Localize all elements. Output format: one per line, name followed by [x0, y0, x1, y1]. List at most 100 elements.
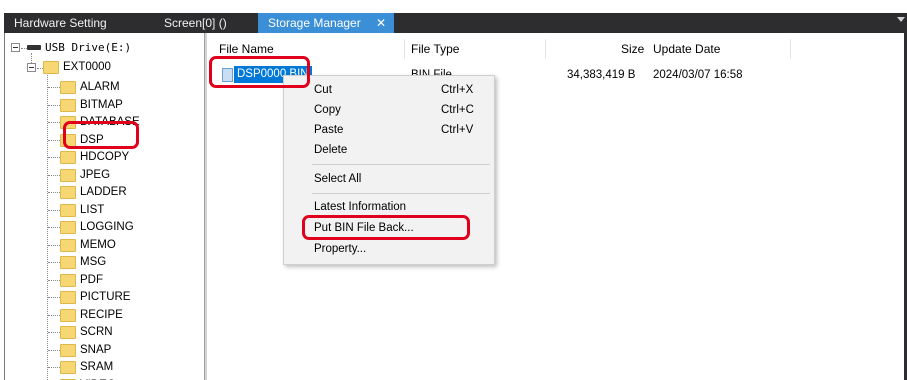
- tree-item-bitmap[interactable]: BITMAP: [80, 97, 123, 114]
- column-header-file-type[interactable]: File Type: [411, 39, 459, 59]
- tree-connector: [48, 279, 60, 281]
- folder-icon: [60, 291, 76, 304]
- folder-icon: [60, 273, 76, 287]
- menu-item-select-all[interactable]: Select All: [284, 169, 494, 189]
- column-header-size[interactable]: Size: [621, 39, 644, 59]
- tab-bar: Hardware Setting Screen[0] () Storage Ma…: [0, 0, 907, 33]
- tree-item-label: DSP: [80, 133, 104, 146]
- folder-icon: [60, 256, 76, 269]
- folder-icon: [60, 238, 76, 252]
- menu-item-put-bin-file-back[interactable]: Put BIN File Back...: [284, 218, 494, 238]
- tree-connector: [48, 87, 60, 88]
- collapse-icon[interactable]: [27, 63, 36, 72]
- tree-item-label: EXT0000: [63, 61, 111, 73]
- menu-item-shortcut: Ctrl+C: [441, 104, 474, 116]
- tree-item-picture[interactable]: PICTURE: [80, 289, 130, 306]
- tree-item-database[interactable]: DATABASE: [80, 114, 140, 131]
- tree-item-sram[interactable]: SRAM: [80, 359, 113, 376]
- menu-item-copy[interactable]: Copy Ctrl+C: [284, 100, 494, 120]
- context-menu: Cut Ctrl+X Copy Ctrl+C Paste Ctrl+V Dele…: [283, 75, 495, 265]
- tree-item-ladder[interactable]: LADDER: [80, 184, 127, 201]
- tree-item-label: JPEG: [80, 168, 111, 181]
- menu-item-label: Property...: [314, 243, 367, 255]
- column-divider[interactable]: [545, 39, 546, 59]
- column-divider[interactable]: [790, 39, 791, 59]
- tree-item-alarm[interactable]: ALARM: [80, 79, 120, 96]
- tree-connector: [48, 244, 60, 246]
- file-size-cell: 34,383,419 B: [567, 69, 636, 81]
- tree-item-dsp[interactable]: DSP: [80, 132, 104, 149]
- menu-item-label: Delete: [314, 144, 348, 156]
- tree-item-msg[interactable]: MSG: [80, 254, 106, 271]
- tree-item-pdf[interactable]: PDF: [80, 272, 103, 289]
- tree-connector: [48, 227, 60, 228]
- tree-connector: [48, 174, 60, 176]
- tab-hardware-setting[interactable]: Hardware Setting: [4, 13, 154, 33]
- tree-item-ext0000[interactable]: EXT0000: [63, 59, 111, 76]
- tree-item-list[interactable]: LIST: [80, 202, 104, 219]
- menu-item-shortcut: Ctrl+X: [441, 84, 474, 96]
- menu-item-paste[interactable]: Paste Ctrl+V: [284, 120, 494, 140]
- tree-connector: [48, 332, 60, 333]
- tree-connector: [48, 157, 60, 158]
- menu-item-shortcut: Ctrl+V: [441, 124, 474, 136]
- tree-item-label: PDF: [80, 273, 103, 286]
- tree-item-snap[interactable]: SNAP: [80, 342, 111, 359]
- tree-connector: [48, 192, 60, 193]
- menu-item-cut[interactable]: Cut Ctrl+X: [284, 80, 494, 100]
- tree-connector: [48, 367, 60, 368]
- folder-icon: [60, 308, 76, 322]
- folder-icon: [60, 116, 76, 129]
- collapse-icon[interactable]: [11, 43, 20, 52]
- tree-connector: [48, 297, 60, 298]
- menu-item-property[interactable]: Property...: [284, 239, 494, 259]
- tree-item-label: ALARM: [80, 81, 120, 93]
- folder-icon: [60, 133, 76, 147]
- folder-icon: [60, 203, 76, 217]
- folder-icon: [60, 168, 76, 182]
- tree-connector: [48, 139, 60, 141]
- tab-storage-manager[interactable]: Storage Manager ✕: [258, 13, 394, 33]
- tree-item-jpeg[interactable]: JPEG: [80, 167, 110, 184]
- folder-icon: [60, 361, 76, 374]
- tab-screen[interactable]: Screen[0] (): [154, 13, 258, 33]
- chevron-down-icon[interactable]: [897, 17, 905, 22]
- menu-separator: [312, 193, 490, 194]
- column-header-update-date[interactable]: Update Date: [653, 39, 720, 59]
- tree-item-logging[interactable]: LOGGING: [80, 219, 134, 236]
- tree-item-usb-drive[interactable]: USB Drive(E:): [45, 39, 131, 56]
- menu-item-label: Put BIN File Back...: [314, 222, 414, 234]
- tree-connector: [48, 314, 60, 316]
- tree-item-scrn[interactable]: SCRN: [80, 324, 113, 341]
- tree-item-label: DATABASE: [80, 116, 140, 128]
- tree-item-label: USB Drive(E:): [45, 41, 132, 54]
- column-header-file-name[interactable]: File Name: [219, 39, 274, 59]
- tree-item-label: LOGGING: [80, 221, 134, 233]
- tree-item-label: LIST: [80, 203, 105, 216]
- tree-item-recipe[interactable]: RECIPE: [80, 307, 123, 324]
- tree-item-label: RECIPE: [80, 308, 123, 321]
- tree-item-label: BITMAP: [80, 98, 123, 111]
- folder-tree[interactable]: USB Drive(E:) EXT0000 ALARM BITMAP DATABAS…: [5, 33, 204, 380]
- tab-label: Hardware Setting: [14, 16, 107, 30]
- tree-item-label: MEMO: [80, 238, 116, 251]
- tree-item-memo[interactable]: MEMO: [80, 237, 116, 254]
- tree-connector: [48, 122, 60, 123]
- tree-item-hdcopy[interactable]: HDCOPY: [80, 149, 129, 166]
- folder-icon: [60, 221, 76, 234]
- usb-drive-icon: [27, 45, 41, 50]
- menu-item-label: Paste: [314, 124, 344, 136]
- menu-item-label: Copy: [314, 104, 341, 116]
- column-divider[interactable]: [404, 39, 405, 59]
- menu-item-latest-information[interactable]: Latest Information: [284, 197, 494, 217]
- menu-item-delete[interactable]: Delete: [284, 140, 494, 160]
- tree-item-label: PICTURE: [80, 291, 131, 303]
- menu-item-label: Latest Information: [314, 201, 407, 213]
- menu-item-label: Cut: [314, 84, 332, 96]
- tab-label: Screen[0] (): [164, 16, 227, 30]
- tree-item-label: SNAP: [80, 343, 112, 356]
- tree-item-label: HDCOPY: [80, 151, 130, 163]
- tree-item-video[interactable]: VIDEO: [80, 377, 116, 380]
- close-icon[interactable]: ✕: [376, 13, 386, 33]
- tree-item-label: MSG: [80, 256, 107, 268]
